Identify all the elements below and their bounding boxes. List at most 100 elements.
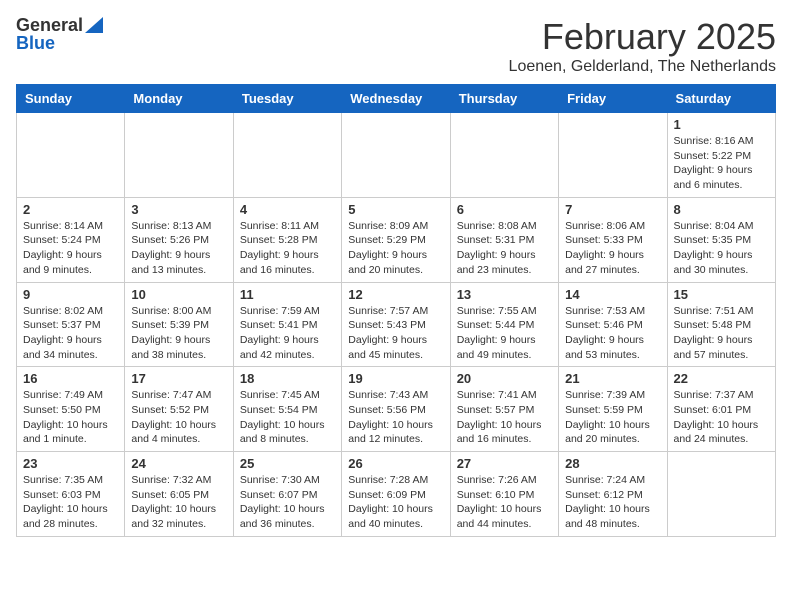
day-number: 14 bbox=[565, 287, 660, 302]
day-info: Sunrise: 8:13 AM Sunset: 5:26 PM Dayligh… bbox=[131, 219, 226, 278]
day-number: 8 bbox=[674, 202, 769, 217]
day-info: Sunrise: 7:32 AM Sunset: 6:05 PM Dayligh… bbox=[131, 473, 226, 532]
day-number: 26 bbox=[348, 456, 443, 471]
day-info: Sunrise: 7:45 AM Sunset: 5:54 PM Dayligh… bbox=[240, 388, 335, 447]
day-cell bbox=[233, 113, 341, 198]
day-cell: 24 Sunrise: 7:32 AM Sunset: 6:05 PM Dayli… bbox=[125, 452, 233, 537]
day-cell: 16 Sunrise: 7:49 AM Sunset: 5:50 PM Dayli… bbox=[17, 367, 125, 452]
day-cell: 18Sunrise: 7:45 AM Sunset: 5:54 PM Dayli… bbox=[233, 367, 341, 452]
day-cell: 23 Sunrise: 7:35 AM Sunset: 6:03 PM Dayli… bbox=[17, 452, 125, 537]
day-cell: 2 Sunrise: 8:14 AM Sunset: 5:24 PM Daylig… bbox=[17, 197, 125, 282]
day-info: Sunrise: 7:51 AM Sunset: 5:48 PM Dayligh… bbox=[674, 304, 769, 363]
day-info: Sunrise: 8:09 AM Sunset: 5:29 PM Dayligh… bbox=[348, 219, 443, 278]
day-cell bbox=[559, 113, 667, 198]
day-cell: 7 Sunrise: 8:06 AM Sunset: 5:33 PM Daylig… bbox=[559, 197, 667, 282]
day-info: Sunrise: 8:02 AM Sunset: 5:37 PM Dayligh… bbox=[23, 304, 118, 363]
day-number: 11 bbox=[240, 287, 335, 302]
day-cell: 1 Sunrise: 8:16 AM Sunset: 5:22 PM Daylig… bbox=[667, 113, 775, 198]
day-cell bbox=[125, 113, 233, 198]
day-number: 15 bbox=[674, 287, 769, 302]
day-info: Sunrise: 7:26 AM Sunset: 6:10 PM Dayligh… bbox=[457, 473, 552, 532]
day-number: 24 bbox=[131, 456, 226, 471]
day-cell: 26 Sunrise: 7:28 AM Sunset: 6:09 PM Dayli… bbox=[342, 452, 450, 537]
day-cell: 14 Sunrise: 7:53 AM Sunset: 5:46 PM Dayli… bbox=[559, 282, 667, 367]
column-header-thursday: Thursday bbox=[450, 85, 558, 113]
day-info: Sunrise: 7:55 AM Sunset: 5:44 PM Dayligh… bbox=[457, 304, 552, 363]
day-cell: 20 Sunrise: 7:41 AM Sunset: 5:57 PM Dayli… bbox=[450, 367, 558, 452]
day-cell: 5 Sunrise: 8:09 AM Sunset: 5:29 PM Daylig… bbox=[342, 197, 450, 282]
day-cell: 10Sunrise: 8:00 AM Sunset: 5:39 PM Dayli… bbox=[125, 282, 233, 367]
day-cell bbox=[667, 452, 775, 537]
day-number: 19 bbox=[348, 371, 443, 386]
logo-triangle-icon bbox=[85, 17, 103, 33]
column-header-saturday: Saturday bbox=[667, 85, 775, 113]
day-number: 9 bbox=[23, 287, 118, 302]
day-number: 22 bbox=[674, 371, 769, 386]
column-header-sunday: Sunday bbox=[17, 85, 125, 113]
day-info: Sunrise: 8:00 AM Sunset: 5:39 PM Dayligh… bbox=[131, 304, 226, 363]
day-cell: 22Sunrise: 7:37 AM Sunset: 6:01 PM Dayli… bbox=[667, 367, 775, 452]
week-row-4: 16 Sunrise: 7:49 AM Sunset: 5:50 PM Dayli… bbox=[17, 367, 776, 452]
day-cell: 12 Sunrise: 7:57 AM Sunset: 5:43 PM Dayli… bbox=[342, 282, 450, 367]
day-info: Sunrise: 8:04 AM Sunset: 5:35 PM Dayligh… bbox=[674, 219, 769, 278]
day-cell: 13 Sunrise: 7:55 AM Sunset: 5:44 PM Dayli… bbox=[450, 282, 558, 367]
column-header-monday: Monday bbox=[125, 85, 233, 113]
day-info: Sunrise: 7:30 AM Sunset: 6:07 PM Dayligh… bbox=[240, 473, 335, 532]
day-number: 20 bbox=[457, 371, 552, 386]
day-cell bbox=[450, 113, 558, 198]
day-info: Sunrise: 7:35 AM Sunset: 6:03 PM Dayligh… bbox=[23, 473, 118, 532]
day-number: 17 bbox=[131, 371, 226, 386]
day-cell: 6Sunrise: 8:08 AM Sunset: 5:31 PM Daylig… bbox=[450, 197, 558, 282]
day-number: 2 bbox=[23, 202, 118, 217]
day-number: 1 bbox=[674, 117, 769, 132]
day-number: 25 bbox=[240, 456, 335, 471]
day-number: 7 bbox=[565, 202, 660, 217]
day-cell: 4 Sunrise: 8:11 AM Sunset: 5:28 PM Daylig… bbox=[233, 197, 341, 282]
day-number: 16 bbox=[23, 371, 118, 386]
day-info: Sunrise: 7:24 AM Sunset: 6:12 PM Dayligh… bbox=[565, 473, 660, 532]
day-number: 23 bbox=[23, 456, 118, 471]
day-info: Sunrise: 7:59 AM Sunset: 5:41 PM Dayligh… bbox=[240, 304, 335, 363]
day-info: Sunrise: 7:41 AM Sunset: 5:57 PM Dayligh… bbox=[457, 388, 552, 447]
day-number: 21 bbox=[565, 371, 660, 386]
calendar-table: SundayMondayTuesdayWednesdayThursdayFrid… bbox=[16, 84, 776, 537]
location-title: Loenen, Gelderland, The Netherlands bbox=[509, 58, 776, 76]
week-row-1: 1 Sunrise: 8:16 AM Sunset: 5:22 PM Daylig… bbox=[17, 113, 776, 198]
day-cell: 25 Sunrise: 7:30 AM Sunset: 6:07 PM Dayli… bbox=[233, 452, 341, 537]
month-title: February 2025 bbox=[509, 16, 776, 58]
day-number: 13 bbox=[457, 287, 552, 302]
column-header-tuesday: Tuesday bbox=[233, 85, 341, 113]
day-number: 5 bbox=[348, 202, 443, 217]
day-cell: 9 Sunrise: 8:02 AM Sunset: 5:37 PM Daylig… bbox=[17, 282, 125, 367]
day-info: Sunrise: 7:49 AM Sunset: 5:50 PM Dayligh… bbox=[23, 388, 118, 447]
day-cell: 19Sunrise: 7:43 AM Sunset: 5:56 PM Dayli… bbox=[342, 367, 450, 452]
day-number: 3 bbox=[131, 202, 226, 217]
day-info: Sunrise: 8:16 AM Sunset: 5:22 PM Dayligh… bbox=[674, 134, 769, 193]
calendar-header-row: SundayMondayTuesdayWednesdayThursdayFrid… bbox=[17, 85, 776, 113]
day-number: 27 bbox=[457, 456, 552, 471]
day-number: 6 bbox=[457, 202, 552, 217]
day-info: Sunrise: 7:57 AM Sunset: 5:43 PM Dayligh… bbox=[348, 304, 443, 363]
day-cell: 15 Sunrise: 7:51 AM Sunset: 5:48 PM Dayli… bbox=[667, 282, 775, 367]
day-cell bbox=[342, 113, 450, 198]
day-cell: 11 Sunrise: 7:59 AM Sunset: 5:41 PM Dayli… bbox=[233, 282, 341, 367]
header: General Blue February 2025 Loenen, Gelde… bbox=[16, 16, 776, 76]
day-info: Sunrise: 7:28 AM Sunset: 6:09 PM Dayligh… bbox=[348, 473, 443, 532]
logo-general-text: General bbox=[16, 16, 83, 34]
day-info: Sunrise: 7:47 AM Sunset: 5:52 PM Dayligh… bbox=[131, 388, 226, 447]
title-area: February 2025 Loenen, Gelderland, The Ne… bbox=[509, 16, 776, 76]
day-number: 4 bbox=[240, 202, 335, 217]
column-header-friday: Friday bbox=[559, 85, 667, 113]
day-cell: 28 Sunrise: 7:24 AM Sunset: 6:12 PM Dayli… bbox=[559, 452, 667, 537]
day-info: Sunrise: 8:11 AM Sunset: 5:28 PM Dayligh… bbox=[240, 219, 335, 278]
week-row-5: 23 Sunrise: 7:35 AM Sunset: 6:03 PM Dayli… bbox=[17, 452, 776, 537]
week-row-2: 2 Sunrise: 8:14 AM Sunset: 5:24 PM Daylig… bbox=[17, 197, 776, 282]
day-info: Sunrise: 8:06 AM Sunset: 5:33 PM Dayligh… bbox=[565, 219, 660, 278]
week-row-3: 9 Sunrise: 8:02 AM Sunset: 5:37 PM Daylig… bbox=[17, 282, 776, 367]
day-info: Sunrise: 7:53 AM Sunset: 5:46 PM Dayligh… bbox=[565, 304, 660, 363]
day-number: 28 bbox=[565, 456, 660, 471]
day-number: 12 bbox=[348, 287, 443, 302]
day-info: Sunrise: 8:14 AM Sunset: 5:24 PM Dayligh… bbox=[23, 219, 118, 278]
column-header-wednesday: Wednesday bbox=[342, 85, 450, 113]
day-cell: 8 Sunrise: 8:04 AM Sunset: 5:35 PM Daylig… bbox=[667, 197, 775, 282]
